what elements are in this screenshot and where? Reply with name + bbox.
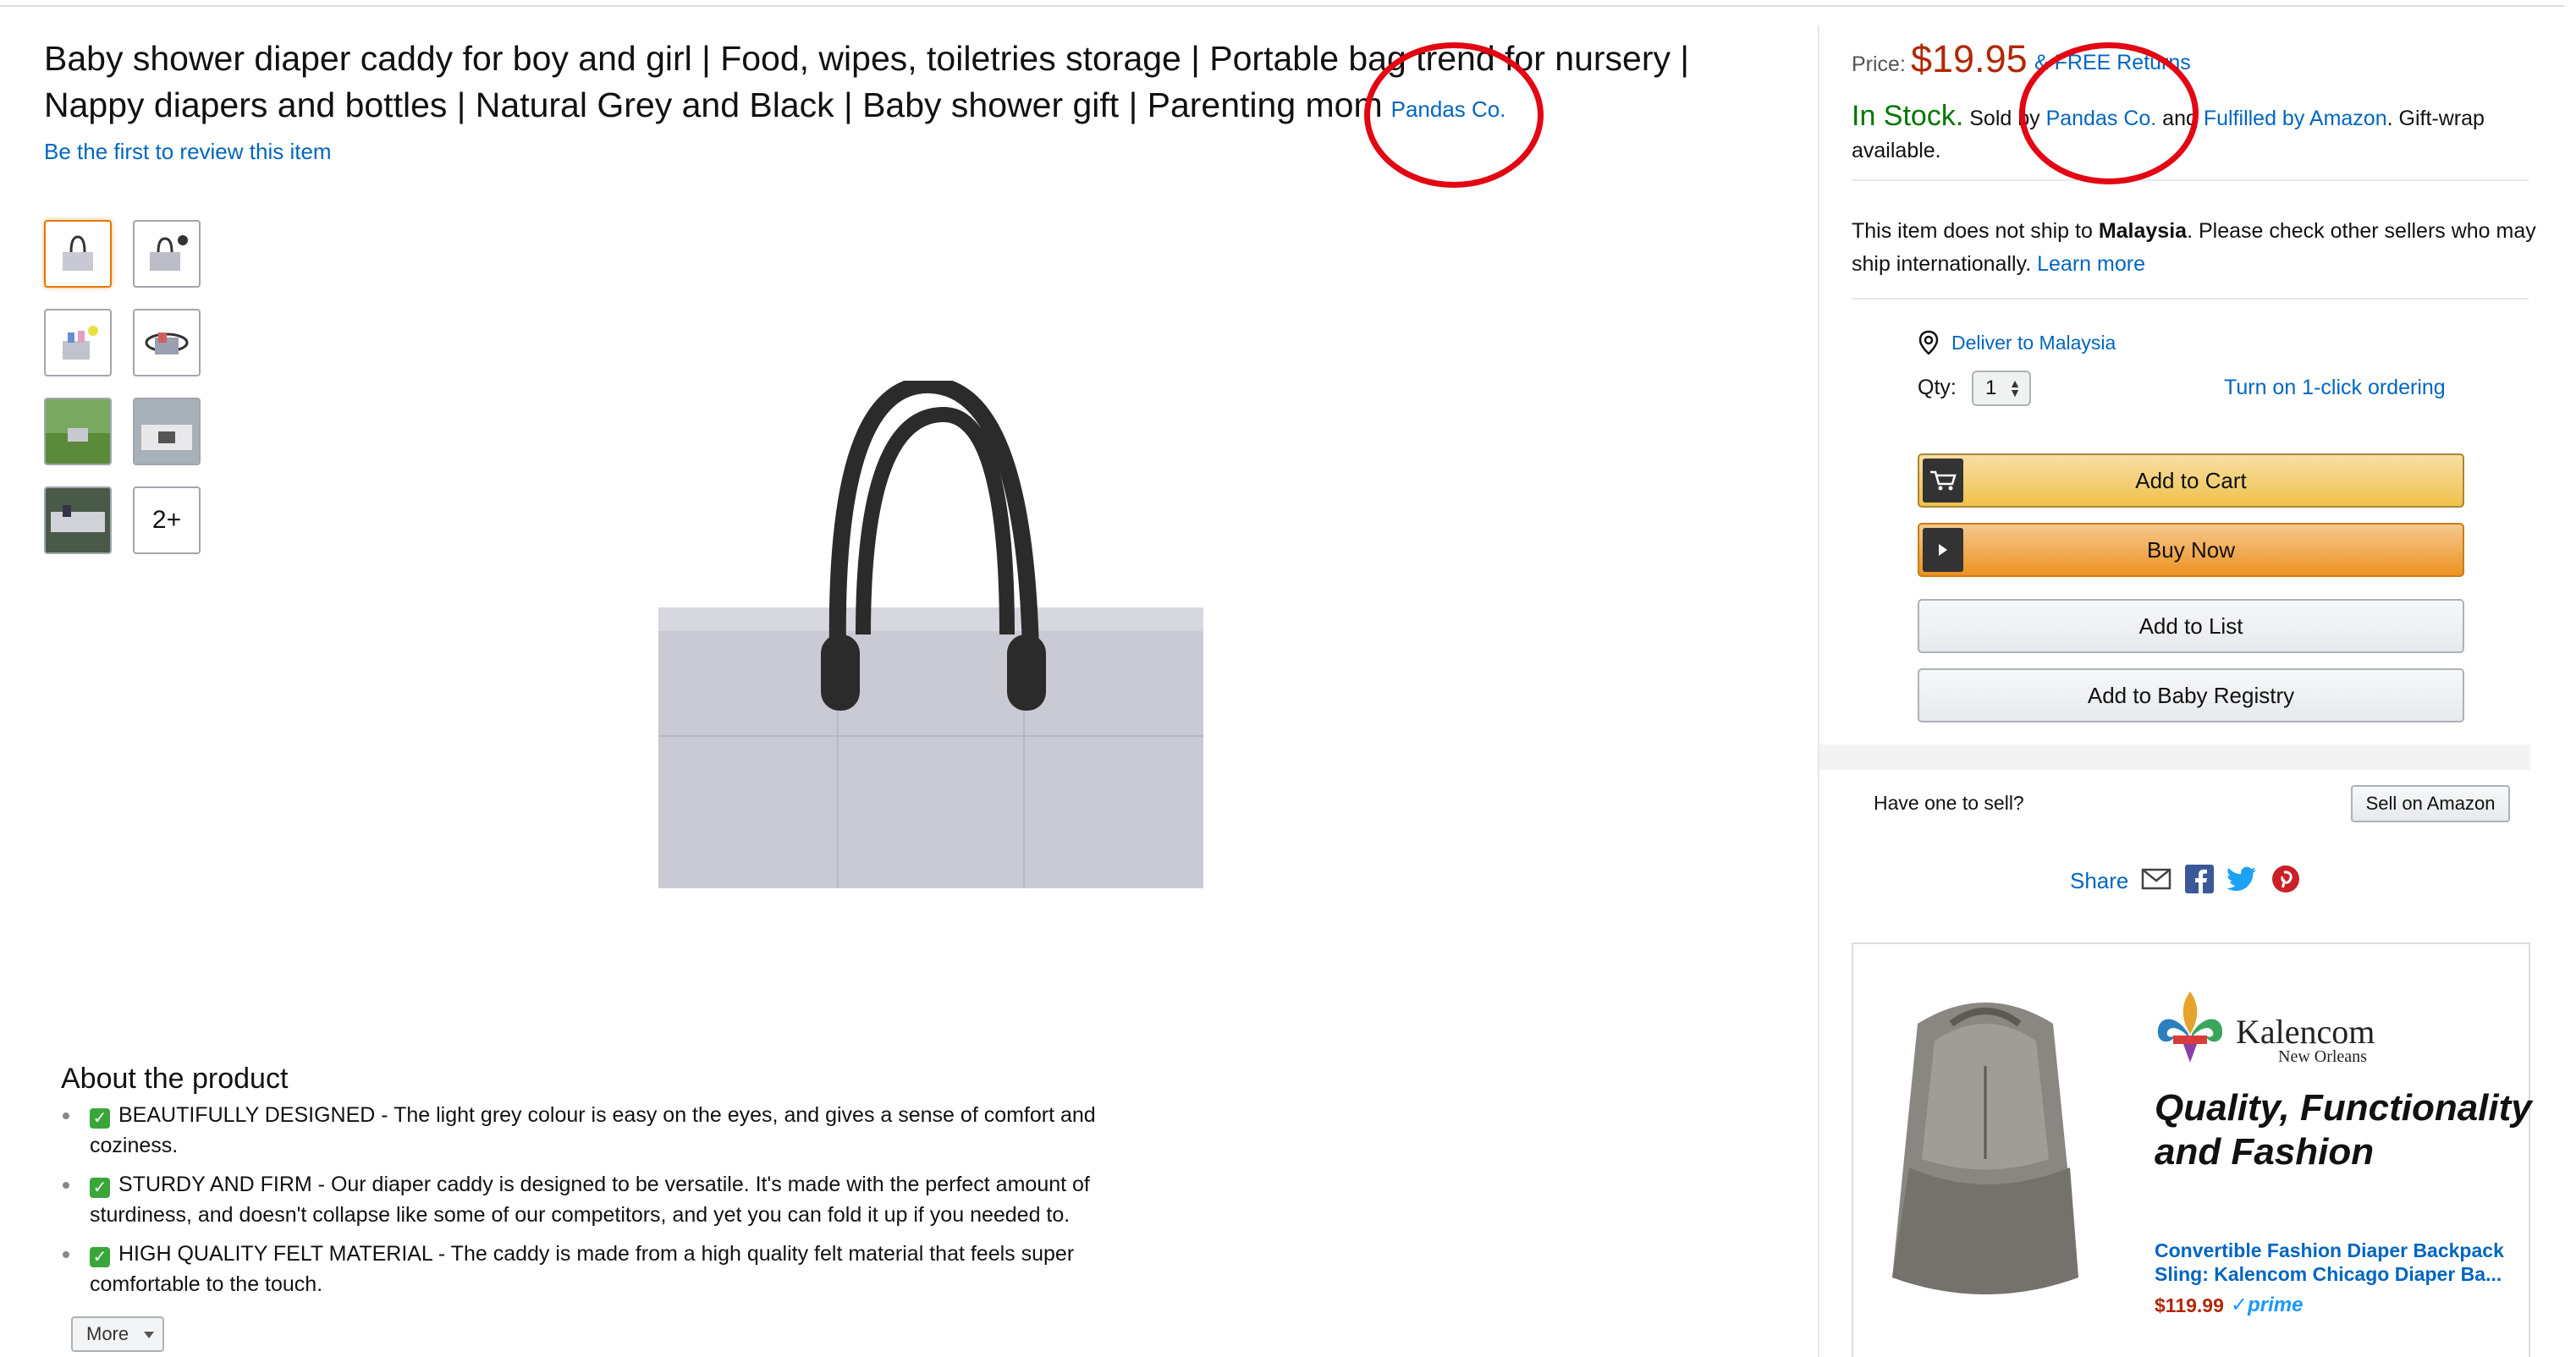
location-pin-icon [1918,330,1939,355]
chevron-down-icon [144,1332,154,1338]
thumbnail-7[interactable] [44,486,112,554]
cart-icon [1923,459,1963,503]
thumbnail-6[interactable] [133,398,201,465]
checkmark-icon: ✓ [90,1247,110,1267]
divider [1852,179,2529,181]
thumbnail-5[interactable] [44,398,112,465]
about-bullets: ✓ BEAUTIFULLY DESIGNED - The light grey c… [61,1100,1178,1308]
prime-check-icon: ✓ [2231,1294,2248,1316]
deliver-to-link[interactable]: Deliver to Malaysia [1918,330,2116,355]
bag-contents-thumb-icon [63,326,98,360]
thumbnail-1[interactable] [44,220,112,288]
ad-brand-subtitle: New Orleans [2278,1047,2367,1066]
main-product-image[interactable] [652,381,1210,897]
backpack-ad-image[interactable] [1858,990,2112,1311]
about-bullet: ✓ HIGH QUALITY FELT MATERIAL - The caddy … [61,1239,1178,1299]
country-name: Malaysia [2098,219,2188,243]
in-stock-label: In Stock. [1852,100,1964,132]
one-click-link[interactable]: Turn on 1-click ordering [2224,376,2446,400]
facebook-icon[interactable] [2185,865,2214,893]
bag-contents-thumb-icon [145,332,189,354]
divider [1852,298,2529,299]
about-heading: About the product [61,1063,289,1095]
ad-brand-name: Kalencom [2236,1013,2375,1051]
share-label: Share [2070,868,2129,893]
ad-product-link[interactable]: Convertible Fashion Diaper Backpack Slin… [2155,1239,2535,1286]
fleur-de-lis-logo-icon [2157,992,2223,1063]
lifestyle-photo-thumb-icon [46,488,110,552]
bag-thumb-icon [150,235,188,271]
qty-label: Qty: [1918,376,1957,399]
top-divider [0,5,2564,7]
checkmark-icon: ✓ [90,1178,110,1198]
buy-now-button[interactable]: Buy Now [1918,523,2464,577]
twitter-icon[interactable] [2227,866,2258,892]
thumbnail-more[interactable]: 2+ [133,486,201,554]
bag-thumb-icon [63,235,93,271]
add-to-registry-button[interactable]: Add to Baby Registry [1918,668,2464,722]
thumbnail-2[interactable] [133,220,201,288]
qty-select[interactable]: 1 ▲ ▼ [1972,371,2031,406]
checkmark-icon: ✓ [90,1108,110,1129]
fulfilled-link[interactable]: Fulfilled by Amazon [2204,107,2387,130]
email-icon[interactable] [2141,867,2171,891]
annotation-circle-seller [2019,42,2199,184]
pinterest-icon[interactable] [2271,865,2300,893]
outdoor-photo-thumb-icon [46,399,110,464]
column-divider [1818,25,1819,1357]
thumbnail-3[interactable] [44,309,112,376]
learn-more-link[interactable]: Learn more [2037,252,2145,276]
up-down-arrows-icon: ▲ ▼ [2009,376,2021,399]
section-band [1819,744,2530,770]
price-label: Price: [1852,52,1906,76]
review-link[interactable]: Be the first to review this item [44,139,332,165]
car-photo-thumb-icon [135,399,199,464]
ad-price: $119.99 [2155,1294,2224,1316]
about-bullet: ✓ BEAUTIFULLY DESIGNED - The light grey c… [61,1100,1178,1161]
availability: In Stock. Sold by Pandas Co. and Fulfill… [1852,100,2485,162]
prime-badge: ✓prime [2231,1294,2304,1316]
thumbnail-4[interactable] [133,309,201,376]
add-to-cart-button[interactable]: Add to Cart [1918,453,2464,508]
shipping-notice: This item does not ship to Malaysia. Ple… [1852,219,2536,276]
add-to-list-button[interactable]: Add to List [1918,599,2464,653]
share-icons [2141,865,2300,893]
annotation-circle-brand [1364,42,1544,188]
sell-on-amazon-button[interactable]: Sell on Amazon [2351,785,2510,822]
play-icon [1923,528,1963,572]
about-bullet: ✓ STURDY AND FIRM - Our diaper caddy is d… [61,1169,1178,1230]
have-one-to-sell-label: Have one to sell? [1874,792,2024,814]
ad-headline: Quality, Functionality and Fashion [2155,1087,2532,1173]
more-images-label: 2+ [151,506,182,534]
more-button[interactable]: More [71,1316,164,1352]
price: $19.95 [1911,37,2028,80]
